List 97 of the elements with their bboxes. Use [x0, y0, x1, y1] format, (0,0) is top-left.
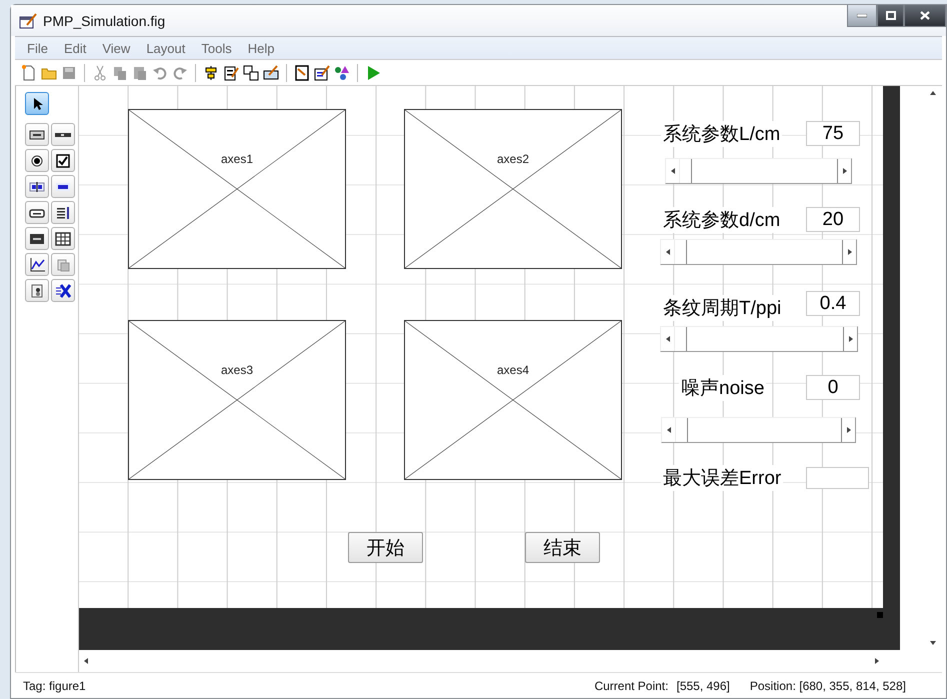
palette-tool[interactable] [51, 201, 75, 224]
push-button-icon [29, 128, 45, 142]
right-arrow-icon[interactable] [848, 336, 854, 342]
palette-tool[interactable] [25, 175, 49, 198]
scissors-icon[interactable] [92, 64, 108, 80]
maximize-button[interactable] [877, 5, 904, 27]
down-arrow-icon[interactable] [930, 640, 936, 646]
slider-thumb[interactable] [674, 327, 687, 351]
slider-thumb[interactable] [675, 418, 688, 442]
new-file-icon[interactable] [21, 64, 37, 80]
minimize-button[interactable] [847, 5, 877, 27]
up-arrow-icon[interactable] [930, 90, 936, 96]
redo-icon[interactable] [172, 64, 188, 80]
current-point-label: Current Point: [594, 678, 668, 692]
palette-tool[interactable] [51, 123, 75, 146]
toolbar-editor-icon[interactable] [263, 64, 279, 80]
minimize-icon [857, 14, 867, 18]
palette-tool[interactable] [25, 123, 49, 146]
parameter-label: 噪声noise [679, 375, 766, 401]
palette-tool[interactable] [25, 279, 49, 302]
figure-window-icon [19, 12, 37, 28]
palette-tool[interactable] [25, 253, 49, 276]
axes-placeholder[interactable]: axes3 [128, 320, 346, 480]
axes-icon [29, 258, 45, 272]
palette-tool[interactable] [51, 175, 75, 198]
save-icon[interactable] [61, 64, 77, 80]
slider-thumb[interactable] [679, 159, 692, 183]
left-arrow-icon[interactable] [83, 658, 89, 664]
menu-item[interactable]: View [94, 40, 138, 56]
current-point-value: [555, 496] [676, 678, 730, 692]
undo-icon[interactable] [152, 64, 168, 80]
listbox-icon [55, 206, 71, 220]
axes-placeholder[interactable]: axes4 [404, 320, 622, 480]
value-field[interactable]: 0 [806, 375, 860, 400]
left-arrow-icon[interactable] [666, 427, 672, 433]
right-arrow-icon[interactable] [846, 249, 852, 255]
error-label: 最大误差Error [661, 465, 784, 491]
close-icon [920, 11, 930, 20]
position-text: Position: [680, 355, 814, 528] [750, 678, 906, 692]
left-arrow-icon[interactable] [670, 168, 676, 174]
activex-icon [55, 284, 71, 298]
axes-label: axes3 [220, 363, 254, 377]
toggle-button-icon [29, 232, 45, 246]
run-icon[interactable] [365, 64, 381, 80]
left-arrow-icon[interactable] [664, 336, 670, 342]
axes-placeholder[interactable]: axes2 [404, 109, 622, 269]
parameter-slider[interactable] [665, 158, 852, 184]
error-field[interactable] [806, 467, 869, 489]
tag-text: Tag: figure1 [23, 678, 86, 692]
value-field[interactable]: 20 [806, 207, 860, 232]
edit-text-icon [29, 180, 45, 194]
close-button[interactable] [904, 5, 946, 27]
palette-tool[interactable] [51, 227, 75, 250]
value-field[interactable]: 75 [806, 121, 860, 146]
axes-label: axes2 [496, 152, 530, 166]
parameter-slider[interactable] [660, 239, 857, 265]
menu-item[interactable]: Help [240, 40, 282, 56]
menu-item[interactable]: File [19, 40, 56, 56]
right-arrow-icon[interactable] [874, 658, 880, 664]
palette-tool[interactable] [25, 227, 49, 250]
maximize-icon [886, 11, 896, 20]
align-icon[interactable] [203, 64, 219, 80]
checkbox-icon [55, 154, 71, 168]
palette-tool[interactable] [51, 149, 75, 172]
menu-item[interactable]: Tools [193, 40, 240, 56]
parameter-slider[interactable] [661, 417, 856, 443]
paste-icon[interactable] [132, 64, 148, 80]
palette-tool[interactable] [51, 279, 75, 302]
object-browser-icon[interactable] [334, 64, 350, 80]
right-arrow-icon[interactable] [846, 427, 852, 433]
parameter-slider[interactable] [660, 326, 858, 352]
resize-handle[interactable] [877, 612, 883, 618]
editor-icon[interactable] [294, 64, 310, 80]
parameter-label: 系统参数L/cm [661, 121, 782, 147]
push-button[interactable]: 开始 [348, 532, 423, 563]
menu-item[interactable]: Edit [56, 40, 94, 56]
tab-order-icon[interactable] [243, 64, 259, 80]
axes-label: axes1 [220, 152, 254, 166]
select-tool[interactable] [25, 92, 49, 115]
palette-tool[interactable] [25, 201, 49, 224]
copy-icon[interactable] [112, 64, 128, 80]
palette-tool[interactable] [25, 149, 49, 172]
left-arrow-icon[interactable] [664, 249, 670, 255]
axes-label: axes4 [496, 363, 530, 377]
window-title: PMP_Simulation.fig [43, 12, 166, 28]
panel-icon [55, 258, 71, 272]
axes-placeholder[interactable]: axes1 [128, 109, 346, 269]
push-button[interactable]: 结束 [525, 532, 600, 563]
menu-item[interactable]: Layout [138, 40, 194, 56]
table-icon [55, 232, 71, 246]
value-field[interactable]: 0.4 [806, 291, 860, 316]
slider-thumb[interactable] [674, 240, 687, 264]
property-inspector-icon[interactable] [314, 64, 330, 80]
menu-editor-icon[interactable] [223, 64, 239, 80]
radio-button-icon [29, 154, 45, 168]
button-group-icon [29, 284, 45, 298]
right-arrow-icon[interactable] [842, 168, 848, 174]
